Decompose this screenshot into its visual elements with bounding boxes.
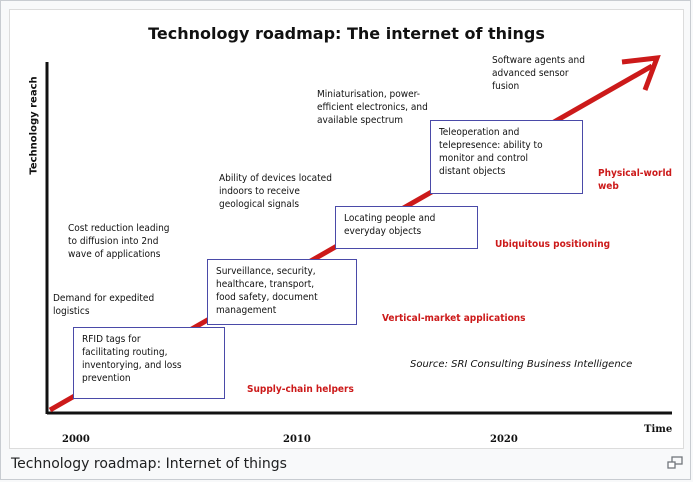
phase-physical-world-web: Physical-world web xyxy=(598,168,672,192)
magnify-clip-icon[interactable] xyxy=(666,455,684,471)
driver-logistics: Demand for expedited logistics xyxy=(53,293,155,317)
box-surveillance: Surveillance, security, healthcare, tran… xyxy=(207,259,357,325)
phase-vertical-market: Vertical-market applications xyxy=(382,313,526,324)
driver-cost-reduction: Cost reduction leading to diffusion into… xyxy=(68,223,170,260)
box-teleoperation: Teleoperation and telepresence: ability … xyxy=(430,120,583,194)
image-thumbnail: Technology roadmap: The internet of thin… xyxy=(0,0,691,480)
tick-2010: 2010 xyxy=(283,434,311,445)
box-rfid: RFID tags for facilitating routing, inve… xyxy=(73,327,225,399)
tick-2020: 2020 xyxy=(490,434,518,445)
x-axis-label: Time xyxy=(644,424,673,435)
driver-software-agents: Software agents and advanced sensor fusi… xyxy=(492,55,585,92)
figure-title: Technology roadmap: The internet of thin… xyxy=(148,24,545,43)
box-locating: Locating people and everyday objects xyxy=(335,206,478,249)
driver-miniaturisation: Miniaturisation, power- efficient electr… xyxy=(317,89,428,126)
phase-ubiquitous-positioning: Ubiquitous positioning xyxy=(495,239,611,250)
source-note: Source: SRI Consulting Business Intellig… xyxy=(410,359,633,370)
roadmap-figure[interactable]: Technology roadmap: The internet of thin… xyxy=(9,9,684,449)
tick-2000: 2000 xyxy=(62,434,90,445)
phase-supply-chain: Supply-chain helpers xyxy=(247,384,354,395)
image-caption: Technology roadmap: Internet of things xyxy=(11,456,287,472)
driver-indoor-devices: Ability of devices located indoors to re… xyxy=(219,173,332,210)
y-axis-label: Technology reach xyxy=(28,76,40,175)
